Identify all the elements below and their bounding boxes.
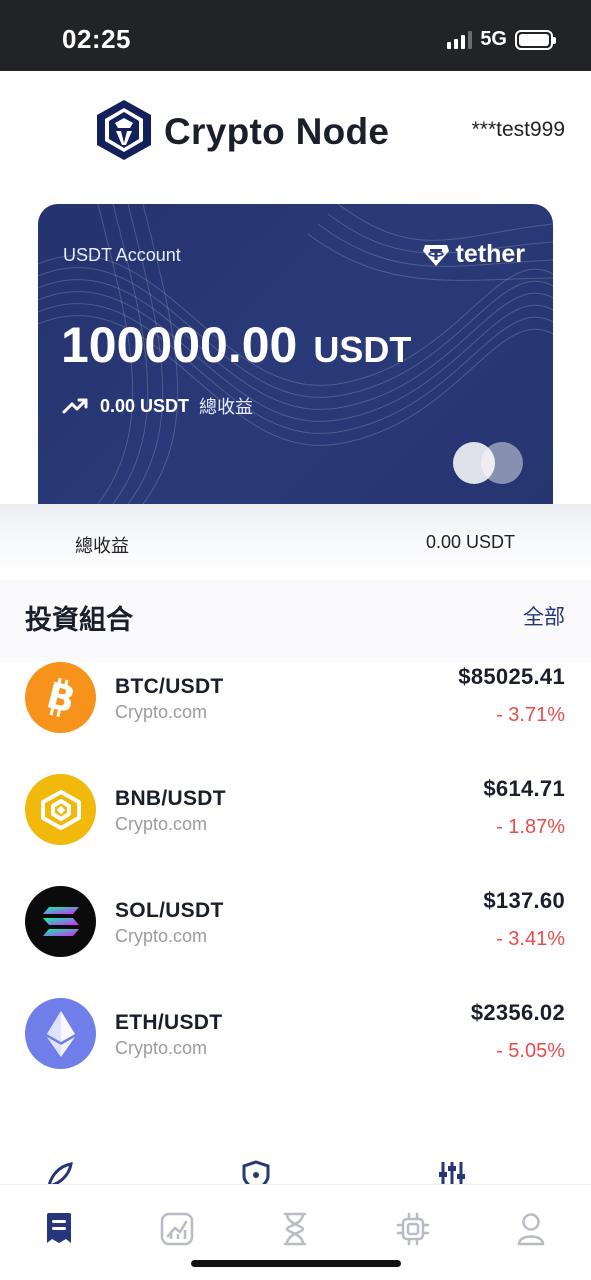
svg-text:B: B xyxy=(42,676,79,720)
brand-title: Crypto Node xyxy=(164,111,390,152)
balance-unit: USDT xyxy=(313,329,412,370)
battery-icon xyxy=(515,29,556,50)
chart-icon xyxy=(160,1212,194,1246)
portfolio-header: 投資組合 全部 xyxy=(0,580,591,662)
coin-source: Crypto.com xyxy=(115,1038,208,1058)
coin-source: Crypto.com xyxy=(115,926,208,946)
coin-source: Crypto.com xyxy=(115,814,208,834)
coin-change: - 3.71% xyxy=(496,704,565,726)
balance-amount: 100000.00 xyxy=(61,317,298,373)
user-icon xyxy=(517,1213,545,1246)
tab-profile[interactable] xyxy=(514,1211,548,1247)
tab-markets[interactable] xyxy=(160,1211,194,1247)
status-time: 02:25 xyxy=(62,24,131,54)
coin-change: - 3.41% xyxy=(496,928,565,950)
summary-value: 0.00 USDT xyxy=(425,532,515,552)
coin-change: - 1.87% xyxy=(496,816,565,838)
card-network-icon xyxy=(453,442,525,484)
coin-price: $2356.02 xyxy=(470,1000,565,1025)
username[interactable]: ***test999 xyxy=(472,118,565,142)
sliders-icon[interactable] xyxy=(437,1160,467,1184)
list-item[interactable]: SOL/USDT Crypto.com $137.60 - 3.41% xyxy=(0,886,591,986)
tether-logo: tether xyxy=(422,240,525,269)
crypto-lion-shield-icon xyxy=(96,99,152,161)
status-indicators: 5G xyxy=(447,28,556,51)
balance: 100000.00 USDT xyxy=(61,316,411,374)
ethereum-icon xyxy=(25,998,96,1069)
app-header: Crypto Node ***test999 xyxy=(0,71,591,191)
receipt-icon xyxy=(47,1213,71,1243)
list-item[interactable]: ETH/USDT Crypto.com $2356.02 - 5.05% xyxy=(0,998,591,1098)
view-all-link[interactable]: 全部 xyxy=(523,601,565,631)
profit-label: 總收益 xyxy=(199,397,254,417)
summary-label: 總收益 xyxy=(75,536,129,556)
home-indicator[interactable] xyxy=(191,1260,401,1267)
solana-icon xyxy=(25,886,96,957)
coin-price: $614.71 xyxy=(483,776,565,801)
bnb-icon xyxy=(25,774,96,845)
tab-home[interactable] xyxy=(42,1211,76,1247)
chip-icon xyxy=(396,1212,430,1246)
usdt-account-card[interactable]: USDT Account tether 100000.00 USDT 0.00 … xyxy=(38,204,553,504)
profit-value: 0.00 USDT xyxy=(100,395,190,416)
tether-wordmark: tether xyxy=(455,240,525,268)
coin-change: - 5.05% xyxy=(496,1040,565,1062)
shield-lock-icon[interactable] xyxy=(240,1160,270,1184)
coin-source: Crypto.com xyxy=(115,702,208,722)
list-item[interactable]: B BTC/USDT Crypto.com $85025.41 - 3.71% xyxy=(0,662,591,762)
scrolled-feature-icons xyxy=(0,1158,591,1184)
coin-price: $85025.41 xyxy=(458,664,565,689)
bitcoin-icon: B xyxy=(25,662,96,733)
coin-pair: BNB/USDT xyxy=(115,787,226,810)
total-profit-summary: 總收益 0.00 USDT xyxy=(0,504,591,580)
signal-icon xyxy=(447,30,473,49)
coin-price: $137.60 xyxy=(483,888,565,913)
hourglass-icon xyxy=(283,1212,307,1246)
rocket-icon[interactable] xyxy=(45,1160,75,1184)
profit-row: 0.00 USDT 總收益 xyxy=(62,393,253,419)
status-bar: 02:25 5G xyxy=(0,0,591,71)
list-item[interactable]: BNB/USDT Crypto.com $614.71 - 1.87% xyxy=(0,774,591,874)
coin-pair: ETH/USDT xyxy=(115,1011,223,1034)
portfolio-title: 投資組合 xyxy=(25,605,133,635)
network-type: 5G xyxy=(480,28,507,50)
coin-pair: BTC/USDT xyxy=(115,675,224,698)
tether-icon xyxy=(422,244,449,266)
tab-mining[interactable] xyxy=(396,1211,430,1247)
trending-up-icon xyxy=(62,398,88,414)
account-label: USDT Account xyxy=(63,245,181,265)
tab-history[interactable] xyxy=(278,1211,312,1247)
coin-pair: SOL/USDT xyxy=(115,899,224,922)
